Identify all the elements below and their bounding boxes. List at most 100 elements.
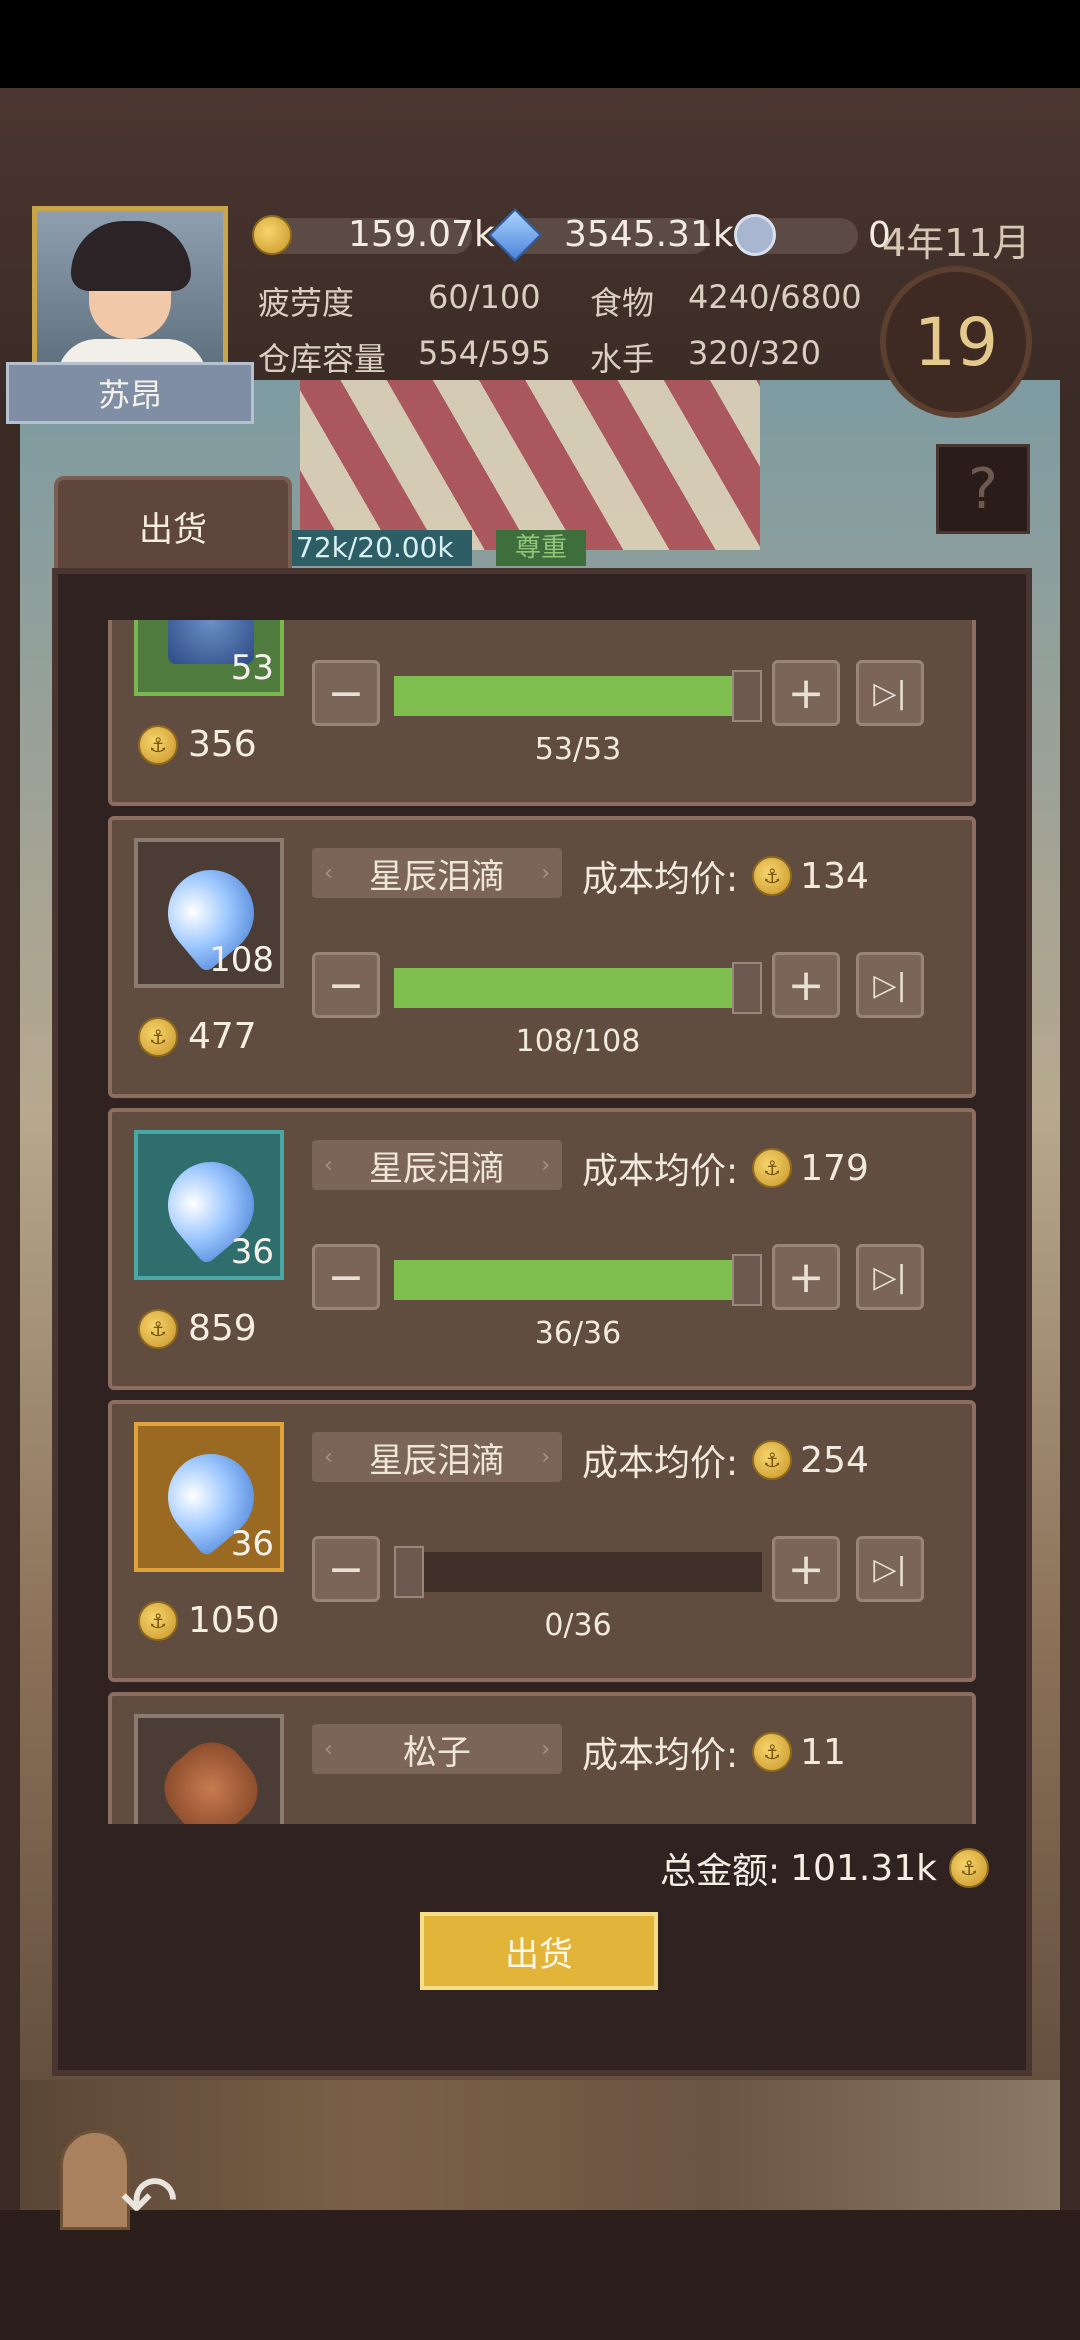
item-name-selector[interactable]: ‹ 星辰泪滴 › xyxy=(312,1432,562,1482)
cost-value: 254 xyxy=(800,1439,869,1481)
character-name: 苏昂 xyxy=(6,362,254,424)
item-name: 星辰泪滴 xyxy=(369,1148,505,1189)
item-price-value: 477 xyxy=(188,1016,257,1057)
item-count: 0/36 xyxy=(544,1608,612,1643)
slider-thumb[interactable] xyxy=(732,670,762,722)
next-arrow-icon[interactable]: › xyxy=(541,861,550,886)
warehouse-label: 仓库容量 xyxy=(258,340,387,378)
total-label: 总金额: xyxy=(660,1851,781,1892)
cost-label: 成本均价: xyxy=(582,859,739,900)
game-date: 4年11月 xyxy=(882,221,1031,265)
item-count: 36/36 xyxy=(534,1316,622,1351)
coin-icon: ⚓ xyxy=(752,856,793,896)
coin-icon: ⚓ xyxy=(752,1148,793,1188)
decrease-button[interactable]: − xyxy=(312,952,380,1018)
tab-ship[interactable]: 出货 xyxy=(54,476,292,572)
max-button[interactable]: ▷| xyxy=(856,1536,924,1602)
prev-arrow-icon[interactable]: ‹ xyxy=(324,1737,333,1762)
quantity-slider[interactable] xyxy=(394,962,762,1014)
gold-value: 159.07k xyxy=(348,214,495,255)
increase-button[interactable]: + xyxy=(772,1244,840,1310)
warehouse-value: 554/595 xyxy=(418,334,551,372)
max-button[interactable]: ▷| xyxy=(856,1244,924,1310)
decrease-button[interactable]: − xyxy=(312,660,380,726)
slider-thumb[interactable] xyxy=(394,1546,424,1598)
list-item: 108 ⚓ 477 ‹ 星辰泪滴 › 成本均价: ⚓ 134 − + ▷| 10… xyxy=(108,816,976,1098)
item-price: ⚓ 477 xyxy=(138,1016,257,1057)
item-name: 星辰泪滴 xyxy=(369,856,505,897)
reputation-status: 尊重 xyxy=(496,530,586,566)
total-amount: 总金额: 101.31k ⚓ xyxy=(660,1842,989,1894)
quantity-slider[interactable] xyxy=(394,670,762,722)
cost-label: 成本均价: xyxy=(582,1151,739,1192)
quantity-slider[interactable] xyxy=(394,1546,762,1598)
slider-fill xyxy=(394,676,732,716)
item-quantity: 36 xyxy=(230,1232,274,1272)
cost-value: 179 xyxy=(800,1147,869,1189)
item-count: 108/108 xyxy=(515,1024,641,1059)
coin-icon: ⚓ xyxy=(138,1600,178,1641)
item-name-selector[interactable]: ‹ 星辰泪滴 › xyxy=(312,848,562,898)
item-name: 星辰泪滴 xyxy=(369,1440,505,1481)
item-name-selector[interactable]: ‹ 松子 › xyxy=(312,1724,562,1774)
next-arrow-icon[interactable]: › xyxy=(541,1153,550,1178)
back-button[interactable]: ↶ xyxy=(60,2130,210,2242)
ship-button[interactable]: 出货 xyxy=(420,1912,658,1990)
item-price: ⚓ 356 xyxy=(138,724,257,765)
gold-coin-icon xyxy=(252,214,292,255)
decrease-button[interactable]: − xyxy=(312,1244,380,1310)
prev-arrow-icon[interactable]: ‹ xyxy=(324,1445,333,1470)
item-slot[interactable] xyxy=(134,1714,284,1824)
increase-button[interactable]: + xyxy=(772,952,840,1018)
item-price: ⚓ 859 xyxy=(138,1308,257,1349)
gold-display: 159.07k xyxy=(252,214,495,255)
character-portrait[interactable] xyxy=(32,206,228,376)
sailors-value: 320/320 xyxy=(688,334,821,372)
goods-list[interactable]: 53 ⚓ 356 − + ▷| 53/53 108 ⚓ 477 ‹ 星辰泪滴 › xyxy=(108,620,976,1824)
seal-icon xyxy=(734,214,776,256)
decrease-button[interactable]: − xyxy=(312,1536,380,1602)
coin-icon: ⚓ xyxy=(752,1732,793,1772)
item-cost: 成本均价: ⚓ 179 xyxy=(582,1142,869,1194)
item-quantity: 108 xyxy=(209,940,274,980)
max-button[interactable]: ▷| xyxy=(856,660,924,726)
reputation-progress: 72k/20.00k xyxy=(292,530,472,566)
item-cost: 成本均价: ⚓ 254 xyxy=(582,1434,869,1486)
back-arrow-icon: ↶ xyxy=(120,2160,179,2242)
item-slot[interactable]: 108 xyxy=(134,838,284,988)
prev-arrow-icon[interactable]: ‹ xyxy=(324,1153,333,1178)
prev-arrow-icon[interactable]: ‹ xyxy=(324,861,333,886)
next-arrow-icon[interactable]: › xyxy=(541,1737,550,1762)
fatigue-label: 疲劳度 xyxy=(258,284,355,322)
seal-display: 0 xyxy=(734,214,891,256)
item-name-selector[interactable]: ‹ 星辰泪滴 › xyxy=(312,1140,562,1190)
list-item: 53 ⚓ 356 − + ▷| 53/53 xyxy=(108,620,976,806)
item-slot[interactable]: 36 xyxy=(134,1422,284,1572)
max-button[interactable]: ▷| xyxy=(856,952,924,1018)
pine-nut-icon xyxy=(150,1728,272,1824)
item-price: ⚓ 1050 xyxy=(138,1600,280,1641)
list-item: 36 ⚓ 1050 ‹ 星辰泪滴 › 成本均价: ⚓ 254 − + ▷| 0/… xyxy=(108,1400,976,1682)
next-arrow-icon[interactable]: › xyxy=(541,1445,550,1470)
item-price-value: 1050 xyxy=(188,1600,280,1641)
item-quantity: 36 xyxy=(230,1524,274,1564)
cost-label: 成本均价: xyxy=(582,1735,739,1776)
total-value: 101.31k xyxy=(790,1847,937,1889)
slider-thumb[interactable] xyxy=(732,1254,762,1306)
quantity-slider[interactable] xyxy=(394,1254,762,1306)
increase-button[interactable]: + xyxy=(772,660,840,726)
slider-fill xyxy=(394,1260,732,1300)
item-slot[interactable]: 36 xyxy=(134,1130,284,1280)
fatigue-value: 60/100 xyxy=(428,278,541,316)
cost-value: 134 xyxy=(800,855,869,897)
slider-thumb[interactable] xyxy=(732,962,762,1014)
item-price-value: 356 xyxy=(188,724,257,765)
sailors-label: 水手 xyxy=(590,340,655,378)
item-name: 松子 xyxy=(403,1732,471,1773)
item-slot[interactable]: 53 xyxy=(134,620,284,696)
item-quantity: 53 xyxy=(230,648,274,688)
cost-label: 成本均价: xyxy=(582,1443,739,1484)
cost-value: 11 xyxy=(800,1731,846,1773)
increase-button[interactable]: + xyxy=(772,1536,840,1602)
help-button[interactable]: ? xyxy=(936,444,1030,534)
